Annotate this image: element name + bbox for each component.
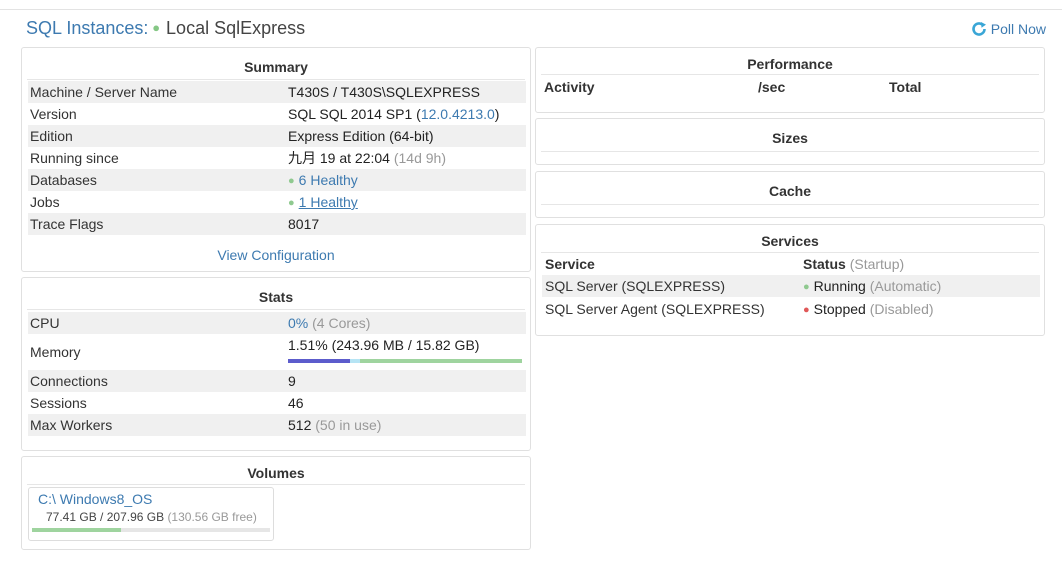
memory-label: Memory — [30, 344, 81, 360]
memory-used-segment — [288, 359, 350, 363]
service-name: SQL Server Agent (SQLEXPRESS) — [545, 301, 765, 317]
databases-link: 6 Healthy — [298, 172, 358, 188]
running-since-label: Running since — [30, 150, 119, 166]
services-title: Services — [761, 233, 819, 249]
service-status: ● Running (Automatic) — [803, 278, 942, 294]
performance-panel: Performance Activity /sec Total — [535, 47, 1045, 113]
instance-status-dot: ● — [152, 20, 161, 35]
performance-title: Performance — [747, 56, 833, 72]
table-row: SQL Server (SQLEXPRESS) ● Running (Automa… — [542, 275, 1040, 297]
table-row: Memory 1.51% (243.96 MB / 15.82 GB) — [28, 334, 526, 370]
volume-card[interactable]: C:\ Windows8_OS 77.41 GB / 207.96 GB (13… — [28, 487, 274, 541]
table-row: Databases ● 6 Healthy — [28, 169, 526, 191]
sessions-label: Sessions — [30, 395, 87, 411]
summary-table: Machine / Server Name T430S / T430S\SQLE… — [28, 81, 526, 235]
poll-now-label: Poll Now — [990, 21, 1046, 37]
table-row: Version SQL SQL 2014 SP1 (12.0.4213.0) — [28, 103, 526, 125]
performance-divider — [541, 74, 1039, 75]
running-since-value: 九月 19 at 22:04 (14d 9h) — [288, 150, 446, 166]
volume-name[interactable]: C:\ Windows8_OS — [38, 491, 152, 507]
version-label: Version — [30, 106, 77, 122]
trace-flags-value: 8017 — [288, 216, 320, 232]
stats-divider — [27, 309, 525, 310]
sizes-panel: Sizes — [535, 118, 1045, 165]
total-column-header: Total — [889, 79, 922, 95]
instance-name: Local SqlExpress — [166, 18, 306, 38]
running-dot-icon: ● — [803, 281, 810, 293]
cpu-label: CPU — [30, 315, 60, 331]
service-column-header: Service — [545, 256, 595, 272]
services-panel: Services Service Status (Startup) SQL Se… — [535, 224, 1045, 336]
stopped-dot-icon: ● — [803, 304, 810, 316]
volume-usage-bar — [32, 528, 270, 532]
volume-usage-fill — [32, 528, 121, 532]
table-row: Machine / Server Name T430S / T430S\SQLE… — [28, 81, 526, 103]
jobs-label: Jobs — [30, 194, 60, 210]
service-name: SQL Server (SQLEXPRESS) — [545, 278, 725, 294]
status-column-header: Status (Startup) — [803, 256, 905, 272]
service-status: ● Stopped (Disabled) — [803, 301, 934, 317]
view-configuration-link[interactable]: View Configuration — [22, 247, 530, 263]
databases-label: Databases — [30, 172, 97, 188]
activity-column-header: Activity — [544, 79, 595, 95]
version-value: SQL SQL 2014 SP1 (12.0.4213.0) — [288, 106, 500, 122]
cache-panel: Cache — [535, 171, 1045, 218]
jobs-link: 1 Healthy — [298, 194, 358, 210]
machine-name-value: T430S / T430S\SQLEXPRESS — [288, 84, 480, 100]
version-build-link[interactable]: 12.0.4213.0 — [421, 106, 495, 122]
sessions-value: 46 — [288, 395, 304, 411]
summary-panel: Summary Machine / Server Name T430S / T4… — [21, 47, 531, 272]
cache-divider — [541, 204, 1039, 205]
connections-value[interactable]: 9 — [288, 370, 296, 392]
cache-title: Cache — [768, 183, 812, 199]
table-row: CPU 0% (4 Cores) — [28, 312, 526, 334]
table-row: Trace Flags 8017 — [28, 213, 526, 235]
healthy-dot-icon: ● — [288, 197, 295, 209]
page-title[interactable]: SQL Instances: — [26, 18, 148, 39]
connections-label: Connections — [30, 373, 108, 389]
top-divider — [0, 9, 1062, 10]
healthy-dot-icon: ● — [288, 175, 295, 187]
table-row: Max Workers 512 (50 in use) — [28, 414, 526, 436]
table-row: Jobs ● 1 Healthy — [28, 191, 526, 213]
poll-now-button[interactable]: Poll Now — [971, 21, 1046, 37]
summary-title: Summary — [244, 59, 308, 75]
volumes-divider — [27, 484, 525, 485]
databases-value[interactable]: ● 6 Healthy — [288, 169, 358, 193]
max-workers-value: 512 (50 in use) — [288, 417, 382, 433]
max-workers-label: Max Workers — [30, 417, 113, 433]
stats-panel: Stats CPU 0% (4 Cores) Memory 1.51% (243… — [21, 277, 531, 451]
table-row: Connections 9 — [28, 370, 526, 392]
stats-title: Stats — [258, 289, 294, 305]
sizes-divider — [541, 151, 1039, 152]
table-row: SQL Server Agent (SQLEXPRESS) ● Stopped (… — [542, 298, 1040, 320]
machine-name-label: Machine / Server Name — [30, 84, 178, 100]
trace-flags-link[interactable]: Trace Flags — [30, 213, 103, 235]
edition-label: Edition — [30, 128, 73, 144]
memory-cached-segment — [350, 359, 360, 363]
services-divider — [541, 252, 1039, 253]
table-row: Running since 九月 19 at 22:04 (14d 9h) — [28, 147, 526, 169]
per-sec-column-header: /sec — [758, 79, 786, 95]
volume-size: 77.41 GB / 207.96 GB (130.56 GB free) — [46, 510, 257, 524]
cpu-value: 0% (4 Cores) — [288, 315, 371, 331]
table-row: Edition Express Edition (64-bit) — [28, 125, 526, 147]
edition-value: Express Edition (64-bit) — [288, 128, 434, 144]
page-header: SQL Instances: ● Local SqlExpress Poll N… — [26, 18, 1046, 44]
memory-usage-bar — [288, 359, 522, 363]
stats-table: CPU 0% (4 Cores) Memory 1.51% (243.96 MB… — [28, 312, 526, 436]
memory-value: 1.51% (243.96 MB / 15.82 GB) — [288, 337, 480, 353]
jobs-value[interactable]: ● 1 Healthy — [288, 191, 358, 215]
volumes-panel: Volumes C:\ Windows8_OS 77.41 GB / 207.9… — [21, 456, 531, 550]
sizes-title: Sizes — [772, 130, 808, 146]
uptime-text: (14d 9h) — [393, 150, 446, 166]
table-row: Sessions 46 — [28, 392, 526, 414]
summary-divider — [27, 79, 525, 80]
refresh-icon — [971, 22, 986, 36]
volumes-title: Volumes — [247, 465, 305, 481]
